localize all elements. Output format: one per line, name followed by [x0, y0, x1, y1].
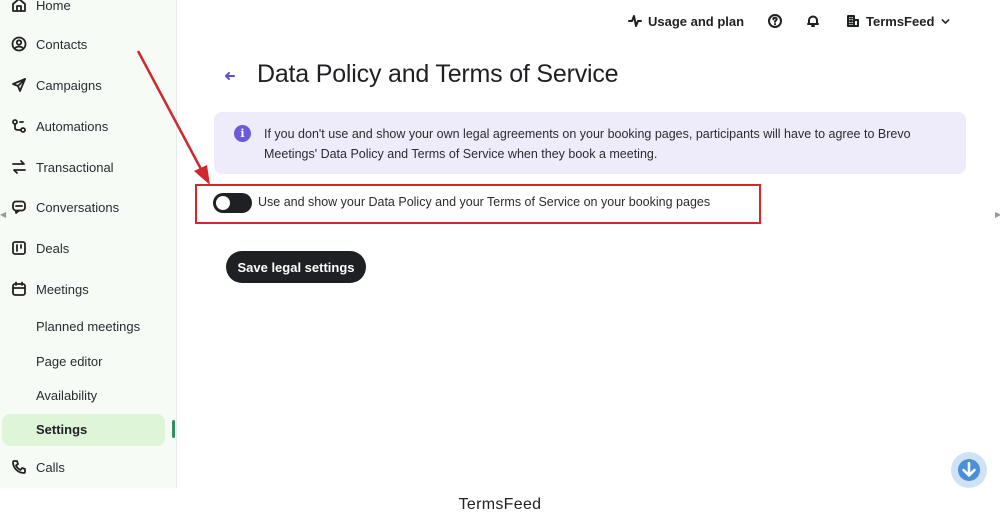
notifications-button[interactable] — [806, 12, 820, 30]
sidebar-item-label: Automations — [36, 118, 109, 134]
help-button[interactable] — [768, 12, 782, 30]
phone-icon — [10, 458, 28, 476]
sidebar-item-label: Transactional — [36, 159, 114, 175]
legal-agreements-toggle[interactable] — [213, 193, 252, 213]
transfer-icon — [10, 158, 28, 176]
usage-and-plan-button[interactable]: Usage and plan — [628, 12, 744, 30]
page-title: Data Policy and Terms of Service — [257, 60, 619, 88]
activity-icon — [628, 15, 642, 27]
bell-icon — [807, 15, 819, 27]
sidebar-item-conversations[interactable]: Conversations — [0, 192, 177, 222]
automation-icon — [10, 117, 28, 135]
footer-brand: TermsFeed — [0, 488, 1000, 522]
sidebar-item-label: Campaigns — [36, 77, 102, 93]
sidebar-item-meetings[interactable]: Meetings — [0, 274, 177, 304]
annotation-arrow — [136, 50, 210, 185]
building-icon — [847, 15, 859, 27]
help-icon — [768, 14, 782, 28]
left-edge-handle-icon: ◀ — [0, 210, 7, 219]
info-banner-text: If you don't use and show your own legal… — [264, 127, 911, 161]
back-button[interactable] — [222, 68, 238, 84]
contacts-icon — [10, 35, 28, 53]
sidebar-subitem-planned-meetings[interactable]: Planned meetings — [36, 314, 140, 338]
scroll-down-button[interactable] — [951, 452, 987, 488]
sidebar-item-deals[interactable]: Deals — [0, 233, 177, 263]
save-legal-settings-button[interactable]: Save legal settings — [226, 251, 366, 283]
arrow-left-icon — [225, 72, 235, 80]
home-icon — [10, 0, 28, 14]
arrow-down-circle-icon — [958, 459, 980, 481]
sidebar-item-calls[interactable]: Calls — [0, 452, 177, 482]
sidebar-item-label: Home — [36, 0, 71, 13]
sidebar-subitem-availability[interactable]: Availability — [36, 383, 97, 407]
sidebar-item-label: Conversations — [36, 199, 120, 215]
right-edge-handle-icon: ▶ — [995, 210, 1000, 219]
toggle-label: Use and show your Data Policy and your T… — [258, 195, 711, 209]
usage-and-plan-label: Usage and plan — [648, 13, 745, 29]
sidebar-subitem-settings-label: Settings — [36, 422, 88, 437]
sidebar-subitem-page-editor[interactable]: Page editor — [36, 349, 103, 373]
sidebar-item-label: Deals — [36, 240, 70, 256]
sidebar-item-home[interactable]: Home — [0, 0, 177, 20]
active-indicator — [172, 420, 175, 438]
account-name: TermsFeed — [866, 13, 935, 29]
account-menu-button[interactable]: TermsFeed — [846, 12, 951, 30]
deals-board-icon — [10, 239, 28, 257]
app-window: Home Contacts Campaigns Automations Tran… — [0, 0, 1000, 488]
sidebar-item-label: Meetings — [36, 281, 89, 297]
send-icon — [10, 76, 28, 94]
chevron-down-icon — [941, 18, 950, 24]
info-icon: i — [234, 125, 251, 142]
chat-icon — [10, 198, 28, 216]
sidebar-item-label: Contacts — [36, 36, 88, 52]
sidebar-item-label: Calls — [36, 459, 65, 475]
calendar-icon — [10, 280, 28, 298]
toggle-knob — [216, 196, 230, 210]
